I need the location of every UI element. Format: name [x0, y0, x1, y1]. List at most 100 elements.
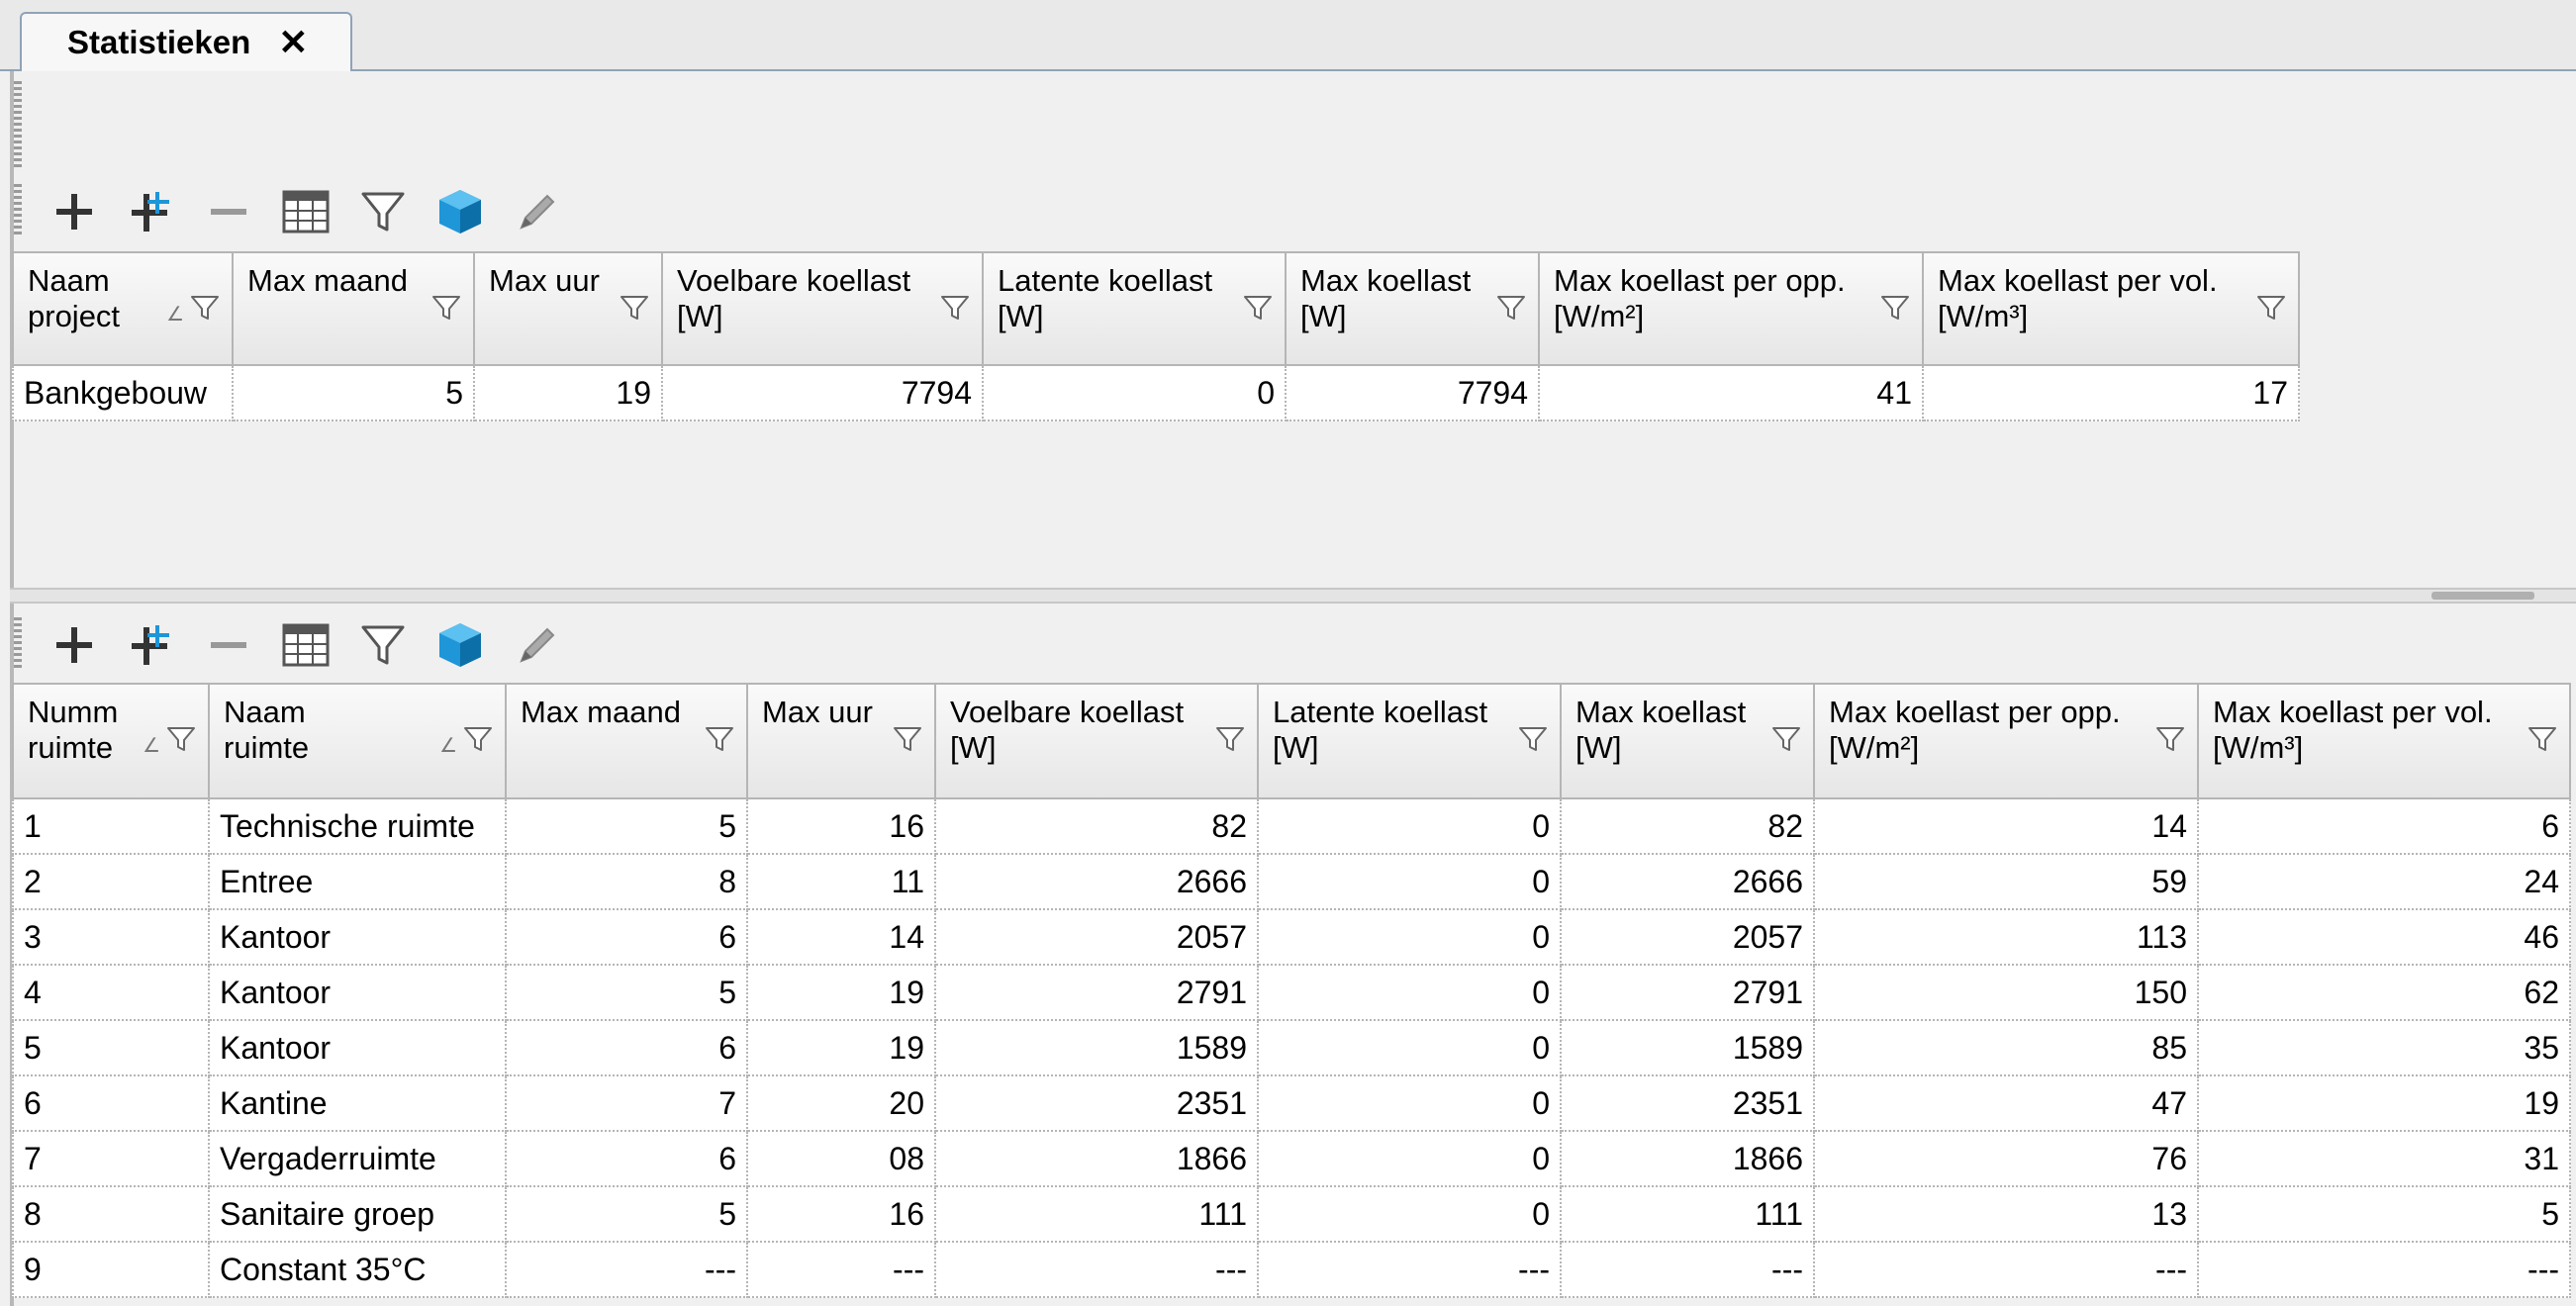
table-cell[interactable]: 5	[12, 1019, 210, 1076]
table-cell[interactable]: 5	[505, 1185, 748, 1243]
table-cell[interactable]: 41	[1538, 364, 1924, 421]
column-filter-button[interactable]	[1243, 293, 1273, 330]
column-header[interactable]: Max koellast [W]	[1285, 251, 1540, 366]
panel-splitter[interactable]	[10, 588, 2576, 604]
table-row[interactable]: 8 Sanitaire groep 5 16 111 0 111 13 5	[12, 1185, 2571, 1243]
add-multiple-button[interactable]	[113, 177, 190, 246]
table-cell[interactable]: 0	[1257, 853, 1562, 910]
table-cell[interactable]: 82	[1560, 797, 1815, 855]
column-filter-button[interactable]	[2256, 293, 2286, 330]
table-cell[interactable]: 5	[2197, 1185, 2571, 1243]
table-cell[interactable]: 82	[934, 797, 1259, 855]
table-cell[interactable]: 5	[232, 364, 475, 421]
column-filter-button[interactable]	[620, 293, 649, 330]
column-filter-button[interactable]	[1771, 724, 1801, 762]
table-cell[interactable]: 20	[746, 1074, 936, 1132]
table-cell[interactable]: 3	[12, 908, 210, 966]
table-cell[interactable]: ---	[746, 1241, 936, 1298]
table-row[interactable]: 5 Kantoor 6 19 1589 0 1589 85 35	[12, 1019, 2571, 1076]
table-cell[interactable]: ---	[2197, 1241, 2571, 1298]
table-cell[interactable]: 31	[2197, 1130, 2571, 1187]
3d-view-button[interactable]	[422, 610, 499, 680]
table-cell[interactable]: 14	[746, 908, 936, 966]
table-cell[interactable]: 9	[12, 1241, 210, 1298]
table-cell[interactable]: 0	[1257, 908, 1562, 966]
column-filter-button[interactable]	[431, 293, 461, 330]
add-multiple-button[interactable]	[113, 610, 190, 680]
table-cell[interactable]: Kantoor	[208, 1019, 507, 1076]
table-cell[interactable]: Sanitaire groep	[208, 1185, 507, 1243]
table-cell[interactable]: 2	[12, 853, 210, 910]
table-row[interactable]: 6 Kantine 7 20 2351 0 2351 47 19	[12, 1074, 2571, 1132]
table-cell[interactable]: 6	[505, 908, 748, 966]
table-cell[interactable]: 111	[934, 1185, 1259, 1243]
table-cell[interactable]: 0	[1257, 1019, 1562, 1076]
table-cell[interactable]: 7	[505, 1074, 748, 1132]
table-cell[interactable]: 6	[12, 1074, 210, 1132]
table-cell[interactable]: 47	[1813, 1074, 2199, 1132]
table-cell[interactable]: ---	[1560, 1241, 1815, 1298]
column-filter-button[interactable]	[166, 724, 196, 762]
column-header[interactable]: Naam ruimte ∠	[208, 683, 507, 799]
table-cell[interactable]: 0	[1257, 1074, 1562, 1132]
remove-button[interactable]	[190, 610, 267, 680]
table-cell[interactable]: 0	[1257, 797, 1562, 855]
table-cell[interactable]: 16	[746, 1185, 936, 1243]
edit-button[interactable]	[499, 610, 576, 680]
table-cell[interactable]: 2351	[934, 1074, 1259, 1132]
table-row[interactable]: 3 Kantoor 6 14 2057 0 2057 113 46	[12, 908, 2571, 966]
toolbar-grip[interactable]	[14, 617, 22, 669]
table-cell[interactable]: 150	[1813, 964, 2199, 1021]
table-cell[interactable]: 8	[505, 853, 748, 910]
table-cell[interactable]: 113	[1813, 908, 2199, 966]
table-cell[interactable]: 2666	[1560, 853, 1815, 910]
table-cell[interactable]: 7794	[661, 364, 984, 421]
table-cell[interactable]: Bankgebouw	[12, 364, 234, 421]
3d-view-button[interactable]	[422, 177, 499, 246]
column-header[interactable]: Max koellast per opp. [W/m²]	[1538, 251, 1924, 366]
table-cell[interactable]: 7	[12, 1130, 210, 1187]
table-cell[interactable]: ---	[1813, 1241, 2199, 1298]
splitter-handle[interactable]	[2432, 592, 2534, 600]
table-cell[interactable]: Entree	[208, 853, 507, 910]
table-cell[interactable]: Kantoor	[208, 908, 507, 966]
column-header[interactable]: Naam project ∠	[12, 251, 234, 366]
table-cell[interactable]: Kantine	[208, 1074, 507, 1132]
table-row[interactable]: 1 Technische ruimte 5 16 82 0 82 14 6	[12, 797, 2571, 855]
table-cell[interactable]: 2791	[1560, 964, 1815, 1021]
table-cell[interactable]: 19	[2197, 1074, 2571, 1132]
table-row[interactable]: 4 Kantoor 5 19 2791 0 2791 150 62	[12, 964, 2571, 1021]
table-cell[interactable]: 13	[1813, 1185, 2199, 1243]
column-filter-button[interactable]	[1215, 724, 1245, 762]
column-header[interactable]: Max uur	[473, 251, 663, 366]
sort-icon[interactable]: ∠	[143, 728, 160, 764]
table-cell[interactable]: 8	[12, 1185, 210, 1243]
column-filter-button[interactable]	[1496, 293, 1526, 330]
table-cell[interactable]: 1589	[1560, 1019, 1815, 1076]
column-header[interactable]: Numm ruimte ∠	[12, 683, 210, 799]
column-filter-button[interactable]	[2155, 724, 2185, 762]
table-cell[interactable]: 1589	[934, 1019, 1259, 1076]
table-cell[interactable]: 1866	[1560, 1130, 1815, 1187]
column-filter-button[interactable]	[463, 724, 493, 762]
column-filter-button[interactable]	[190, 293, 220, 330]
column-header[interactable]: Max maand	[232, 251, 475, 366]
table-cell[interactable]: 6	[2197, 797, 2571, 855]
table-cell[interactable]: 1	[12, 797, 210, 855]
column-header[interactable]: Max koellast [W]	[1560, 683, 1815, 799]
column-header[interactable]: Voelbare koellast [W]	[934, 683, 1259, 799]
close-tab-icon[interactable]: ✕	[278, 25, 308, 60]
table-cell[interactable]: 6	[505, 1019, 748, 1076]
table-cell[interactable]: 62	[2197, 964, 2571, 1021]
table-cell[interactable]: 08	[746, 1130, 936, 1187]
toolbar-grip[interactable]	[14, 184, 22, 235]
table-cell[interactable]: 5	[505, 797, 748, 855]
table-cell[interactable]: 5	[505, 964, 748, 1021]
column-header[interactable]: Latente koellast [W]	[982, 251, 1287, 366]
column-header[interactable]: Max maand	[505, 683, 748, 799]
column-header[interactable]: Latente koellast [W]	[1257, 683, 1562, 799]
table-cell[interactable]: 85	[1813, 1019, 2199, 1076]
table-cell[interactable]: 2057	[1560, 908, 1815, 966]
table-cell[interactable]: 7794	[1285, 364, 1540, 421]
add-button[interactable]	[36, 610, 113, 680]
